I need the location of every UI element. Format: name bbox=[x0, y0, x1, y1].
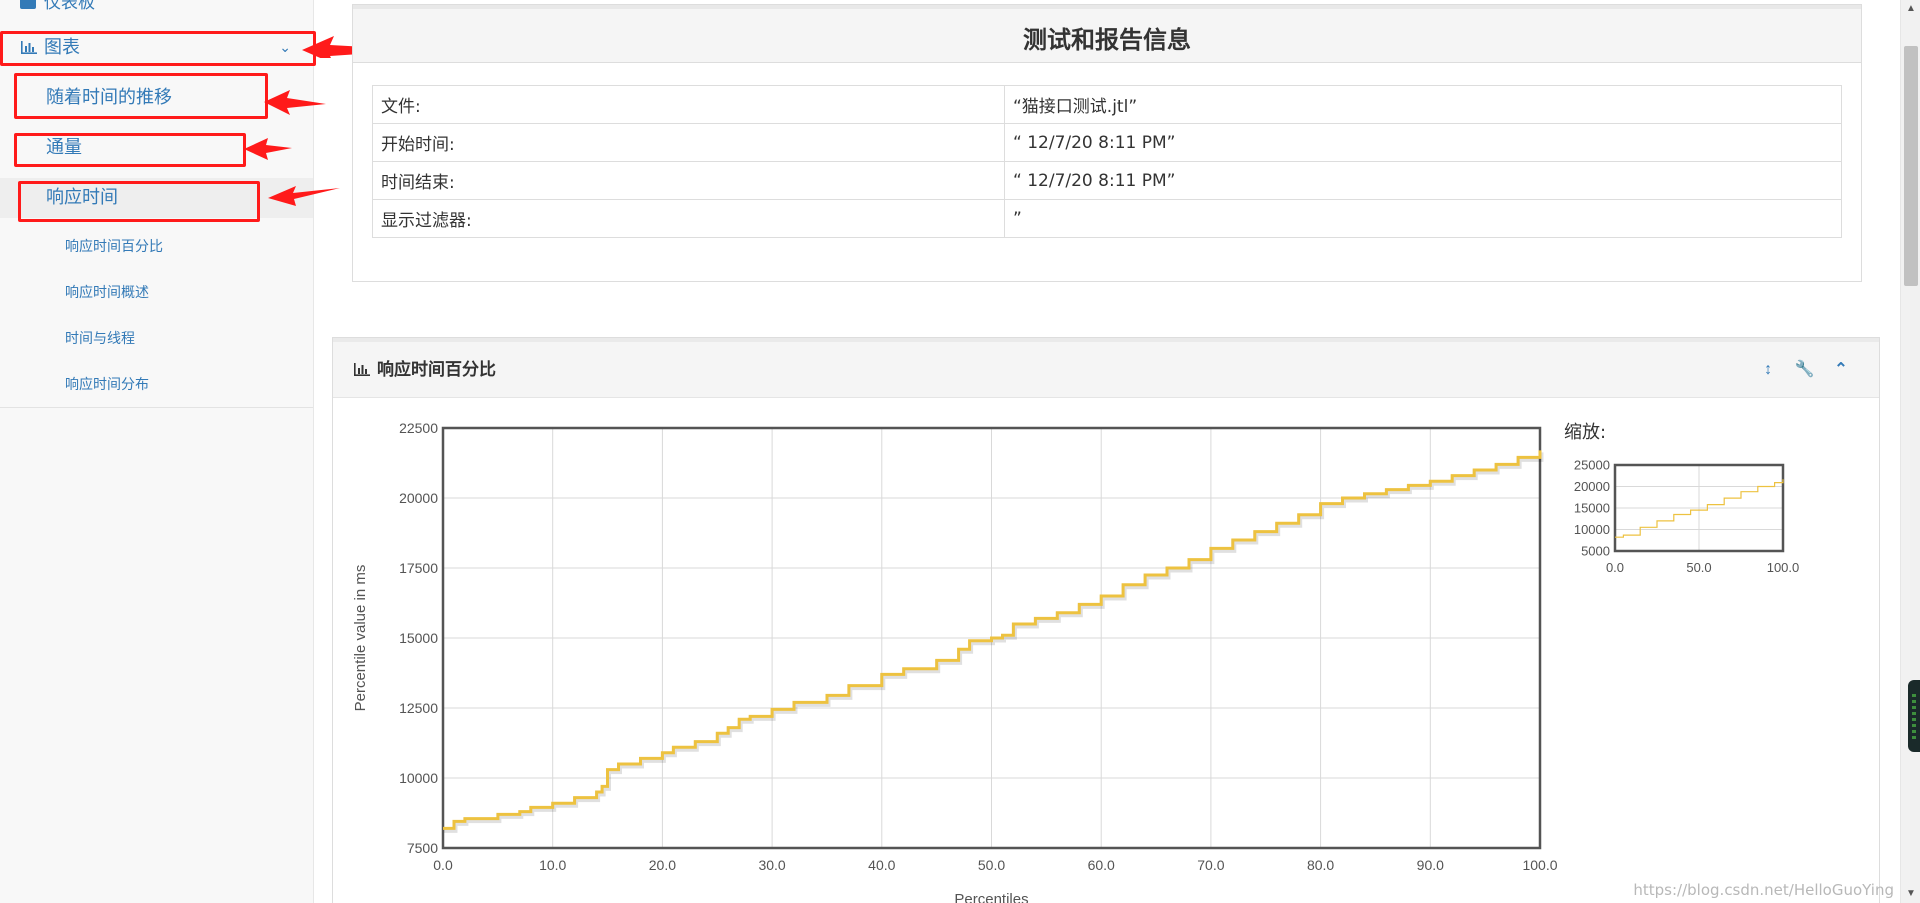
y-tick-label: 7500 bbox=[407, 840, 438, 856]
x-axis-label: Percentiles bbox=[954, 891, 1028, 903]
x-tick-label: 20.0 bbox=[649, 857, 676, 873]
y-tick-label: 12500 bbox=[399, 700, 438, 716]
y-tick-label: 22500 bbox=[399, 420, 438, 436]
y-axis-label: Percentile value in ms bbox=[352, 565, 369, 712]
x-tick-label: 90.0 bbox=[1417, 857, 1444, 873]
x-tick-label: 0.0 bbox=[433, 857, 453, 873]
x-tick-label: 10.0 bbox=[539, 857, 566, 873]
x-tick-label: 30.0 bbox=[758, 857, 785, 873]
scroll-down-icon[interactable]: ▼ bbox=[1901, 885, 1920, 903]
y-tick-label: 15000 bbox=[1574, 501, 1610, 516]
zoom-chart[interactable]: 0.0 50.0 100.0 5000 10000 15000 20000 25000 bbox=[1560, 455, 1820, 585]
x-tick-label: 50.0 bbox=[1686, 560, 1711, 575]
x-tick-label: 50.0 bbox=[978, 857, 1005, 873]
x-tick-label: 100.0 bbox=[1522, 857, 1557, 873]
main-chart: 0.0 10.0 20.0 30.0 40.0 50.0 60.0 70.0 80.0 90.0 1… bbox=[352, 420, 1558, 903]
zoom-label: 缩放: bbox=[1564, 422, 1607, 443]
y-tick-label: 20000 bbox=[399, 490, 438, 506]
x-tick-label: 80.0 bbox=[1307, 857, 1334, 873]
watermark: https://blog.csdn.net/HelloGuoYing bbox=[1633, 881, 1894, 899]
x-tick-label: 70.0 bbox=[1197, 857, 1224, 873]
y-tick-label: 15000 bbox=[399, 630, 438, 646]
y-tick-label: 25000 bbox=[1574, 458, 1610, 473]
y-tick-label: 17500 bbox=[399, 560, 438, 576]
x-tick-label: 100.0 bbox=[1767, 560, 1800, 575]
scroll-up-icon[interactable]: ▲ bbox=[1901, 0, 1920, 18]
y-tick-label: 10000 bbox=[399, 770, 438, 786]
side-widget[interactable] bbox=[1908, 680, 1920, 752]
y-tick-label: 5000 bbox=[1581, 544, 1610, 559]
x-tick-label: 60.0 bbox=[1088, 857, 1115, 873]
x-tick-label: 0.0 bbox=[1606, 560, 1624, 575]
scrollbar-thumb[interactable] bbox=[1904, 46, 1918, 286]
x-tick-label: 40.0 bbox=[868, 857, 895, 873]
vertical-scrollbar[interactable]: ▲ ▼ bbox=[1900, 0, 1920, 903]
y-tick-label: 20000 bbox=[1574, 479, 1610, 494]
y-tick-label: 10000 bbox=[1574, 522, 1610, 537]
app: 仪表板 图表 ⌄ 随着时间的推移 通量 响应时间 响应时间百分比 响应时间概述 … bbox=[0, 0, 1920, 903]
